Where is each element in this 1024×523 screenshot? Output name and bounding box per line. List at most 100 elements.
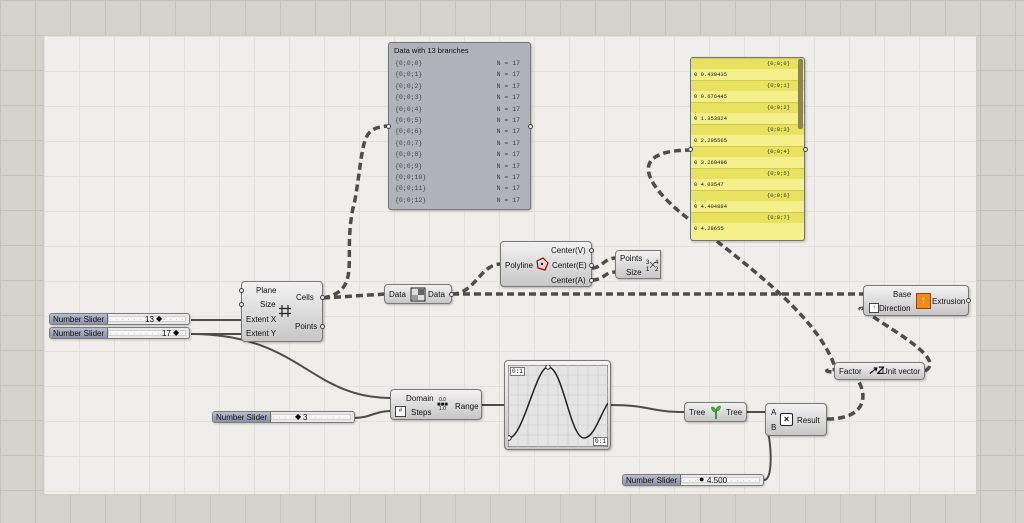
input-factor[interactable]: Factor bbox=[839, 367, 862, 376]
branch-row: {0;0;4} N = 17 bbox=[389, 104, 530, 115]
extrusion-component[interactable]: Base ↑ Direction ↑ Extrusion bbox=[863, 285, 971, 316]
values-panel[interactable]: {0;0;0} 0 0.430435 {0;0;1} 0 0.676445 {0;0;2… bbox=[690, 57, 805, 241]
output-extrusion[interactable]: Extrusion bbox=[932, 297, 965, 306]
input-steps[interactable]: Steps bbox=[411, 408, 431, 417]
branch-value: 0 1.353824 bbox=[694, 115, 728, 122]
slider-label: Number Slider bbox=[623, 475, 682, 485]
input-plane[interactable]: Plane bbox=[256, 286, 276, 295]
output-center-e[interactable]: Center(E) bbox=[552, 261, 587, 270]
branch-value: 0 3.269496 bbox=[694, 159, 728, 166]
slider-label: Number Slider bbox=[213, 412, 272, 422]
port-center-a-out[interactable] bbox=[589, 278, 594, 283]
port-points-out[interactable] bbox=[320, 324, 325, 329]
unit-z-component[interactable]: Factor ↗Z Unit vector bbox=[834, 362, 925, 380]
slider-grip-icon[interactable]: ● bbox=[699, 474, 704, 484]
output-points[interactable]: Points bbox=[295, 322, 317, 331]
svg-text:2: 2 bbox=[655, 267, 659, 272]
tree-component[interactable]: Tree Tree bbox=[684, 402, 747, 422]
range-icon-bar: ■■■ bbox=[437, 402, 448, 408]
input-polyline[interactable]: Polyline bbox=[505, 261, 533, 270]
input-tree[interactable]: Tree bbox=[689, 408, 705, 417]
branch-count: N = 17 bbox=[496, 139, 520, 147]
output-data[interactable]: Data bbox=[428, 290, 445, 299]
branch-header: {0;0;5} bbox=[691, 168, 804, 179]
output-unit-vector[interactable]: Unit vector bbox=[882, 367, 920, 376]
yellow-panel-input-port[interactable] bbox=[688, 147, 693, 152]
port-extrusion-out[interactable] bbox=[966, 298, 971, 303]
panel-output-port[interactable] bbox=[528, 124, 533, 129]
output-result[interactable]: Result bbox=[797, 416, 820, 425]
point-list-component[interactable]: Points Size 3 1 4 2 bbox=[615, 250, 661, 279]
input-points[interactable]: Points bbox=[620, 254, 642, 263]
branch-value: 0 4.404884 bbox=[694, 203, 728, 210]
branch-value: 0 4.28655 bbox=[694, 225, 724, 232]
input-a[interactable]: A bbox=[771, 408, 776, 417]
multiply-component[interactable]: A B × Result bbox=[765, 403, 827, 436]
branch-count: N = 17 bbox=[496, 151, 520, 159]
branch-path: {0;0;4} bbox=[395, 105, 423, 113]
graph-plot[interactable] bbox=[508, 365, 608, 447]
branch-value: 0 4.03547 bbox=[694, 181, 724, 188]
extrusion-icon: ↑ bbox=[916, 293, 931, 309]
yellow-panel-output-port[interactable] bbox=[803, 147, 808, 152]
panel-scrollbar[interactable] bbox=[798, 59, 803, 129]
tree-icon bbox=[711, 405, 721, 419]
port-data-out[interactable] bbox=[449, 292, 454, 297]
panel-input-port[interactable] bbox=[386, 124, 391, 129]
svg-text:1: 1 bbox=[646, 267, 650, 272]
slider-grip-icon[interactable]: ◆ bbox=[173, 328, 179, 337]
branch-path: {0;0;11} bbox=[395, 185, 427, 193]
slider-label: Number Slider bbox=[50, 314, 109, 324]
panel-rows: {0;0;0} N = 17 {0;0;1} N = 17 {0;0;2} N = 17{… bbox=[389, 58, 530, 206]
slider-track[interactable]: · · · · · · · · · · · · · · · · · · · · … bbox=[271, 414, 351, 420]
hexagonal-grid-component[interactable]: Plane Size Extent X Extent Y Cells Point… bbox=[239, 281, 325, 342]
branch-count: N = 17 bbox=[496, 105, 520, 113]
input-domain[interactable]: Domain bbox=[406, 394, 434, 403]
slider-grip-icon[interactable]: ◆ bbox=[156, 314, 162, 323]
data-panel[interactable]: Data with 13 branches {0;0;0} N = 17 {0;0;… bbox=[386, 42, 533, 210]
branch-row: {0;0;8} N = 17 bbox=[389, 149, 530, 160]
port-size-in[interactable] bbox=[239, 302, 244, 307]
input-direction[interactable]: Direction bbox=[879, 304, 911, 313]
input-extent-y[interactable]: Extent Y bbox=[246, 329, 276, 338]
output-center-a[interactable]: Center(A) bbox=[551, 276, 586, 285]
output-tree[interactable]: Tree bbox=[726, 408, 742, 417]
output-range[interactable]: Range bbox=[455, 402, 479, 411]
branch-header: {0;0;2} bbox=[691, 102, 804, 113]
number-slider-factor[interactable]: Number Slider · · · · · · · · · · · · · … bbox=[622, 474, 764, 486]
branch-row: {0;0;6} N = 17 bbox=[389, 126, 530, 137]
wire-slider3-steps bbox=[353, 410, 392, 419]
branch-path: {0;0;5} bbox=[395, 116, 423, 124]
input-base[interactable]: Base bbox=[893, 290, 911, 299]
number-slider-steps[interactable]: Number Slider · · · · · · · · · · · · · … bbox=[212, 411, 355, 423]
input-b[interactable]: B bbox=[771, 423, 776, 432]
output-cells[interactable]: Cells bbox=[296, 293, 314, 302]
number-slider-extent-x[interactable]: Number Slider · · · · · · · · · · · · · … bbox=[49, 313, 190, 325]
branch-row: {0;0;5} N = 17 bbox=[389, 115, 530, 126]
graph-corner-bottom: 0:1 bbox=[593, 437, 608, 446]
input-data[interactable]: Data bbox=[389, 290, 406, 299]
port-plane-in[interactable] bbox=[239, 288, 244, 293]
input-size[interactable]: Size bbox=[260, 300, 276, 309]
input-extent-x[interactable]: Extent X bbox=[246, 315, 276, 324]
data-param-component[interactable]: Data Data bbox=[384, 284, 454, 304]
port-cells-out[interactable] bbox=[320, 295, 325, 300]
wire-slider2-domain bbox=[190, 333, 392, 399]
slider-value: 17 bbox=[162, 329, 171, 338]
graph-mapper-component[interactable]: 0:1 0:1 bbox=[504, 360, 611, 450]
slider-grip-icon[interactable]: ◆ bbox=[295, 412, 301, 421]
range-component[interactable]: # Domain Steps 0.0 1.0 ■■■ Range bbox=[390, 389, 482, 420]
port-center-e-out[interactable] bbox=[589, 263, 594, 268]
branch-count: N = 17 bbox=[496, 185, 520, 193]
port-center-v-out[interactable] bbox=[589, 248, 594, 253]
branch-row: {0;0;3} N = 17 bbox=[389, 92, 530, 103]
polygon-center-component[interactable]: Polyline Center(V) Center(E) Center(A) bbox=[500, 241, 594, 287]
hexagon-grid-icon bbox=[279, 305, 291, 317]
branch-path: {0;0;1} bbox=[395, 71, 423, 79]
input-size[interactable]: Size bbox=[626, 268, 642, 277]
output-center-v[interactable]: Center(V) bbox=[551, 246, 586, 255]
branch-header: {0;0;3} bbox=[691, 124, 804, 135]
slider-value: 3 bbox=[303, 413, 308, 422]
branch-path: {0;0;7} bbox=[395, 139, 423, 147]
number-slider-extent-y[interactable]: Number Slider · · · · · · · · · · · · · … bbox=[49, 327, 190, 339]
